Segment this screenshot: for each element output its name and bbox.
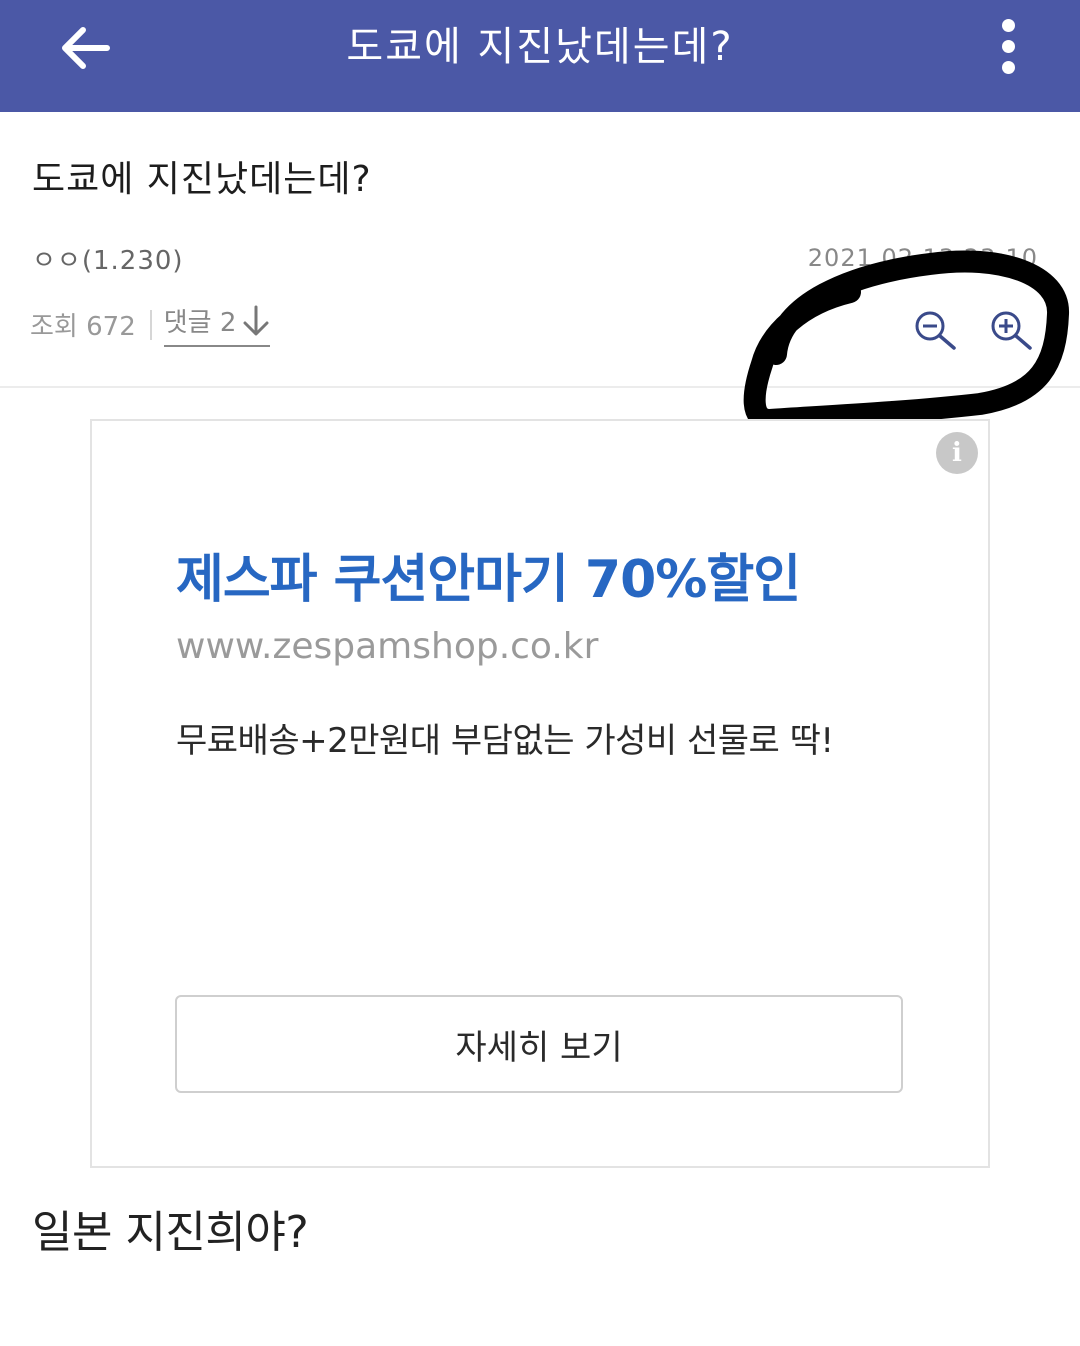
post-author[interactable]: ㅇㅇ(1.230) (32, 240, 184, 277)
app-bar: 도쿄에 지진났데는데? (0, 0, 1080, 112)
arrow-left-icon (62, 27, 110, 69)
info-icon[interactable]: i (936, 432, 978, 474)
post-date: 2021.02.13 23:10 (807, 244, 1038, 272)
ad-card[interactable]: i 제스파 쿠션안마기 70%할인 www.zespamshop.co.kr 무… (90, 419, 990, 1168)
post-body-text: 일본 지진희야? (32, 1207, 309, 1258)
app-bar-title: 도쿄에 지진났데는데? (346, 24, 734, 70)
ad-url[interactable]: www.zespamshop.co.kr (176, 626, 598, 667)
more-vertical-icon-dot (1001, 18, 1015, 32)
zoom-in-icon[interactable] (988, 310, 1034, 350)
post-header: 도쿄에 지진났데는데? ㅇㅇ(1.230) 2021.02.13 23:10 조… (0, 112, 1080, 431)
comment-count-label: 댓글 2 (163, 308, 237, 338)
stats-divider (149, 309, 152, 340)
arrow-down-icon (243, 305, 269, 335)
view-count: 조회 672 (30, 312, 136, 342)
back-button[interactable] (52, 16, 116, 80)
ad-details-button[interactable]: 자세히 보기 (175, 995, 903, 1093)
ad-description: 무료배송+2만원대 부담없는 가성비 선물로 딱! (176, 721, 834, 761)
zoom-out-icon[interactable] (912, 310, 958, 350)
more-vertical-icon-dot (1001, 60, 1015, 74)
post-stats: 조회 672 댓글 2 (30, 302, 271, 347)
post-title: 도쿄에 지진났데는데? (32, 159, 372, 200)
comment-count-link[interactable]: 댓글 2 (163, 302, 271, 347)
more-vertical-icon-dot (1001, 39, 1015, 53)
ad-headline[interactable]: 제스파 쿠션안마기 70%할인 (176, 537, 801, 612)
more-options-button[interactable] (984, 14, 1032, 78)
